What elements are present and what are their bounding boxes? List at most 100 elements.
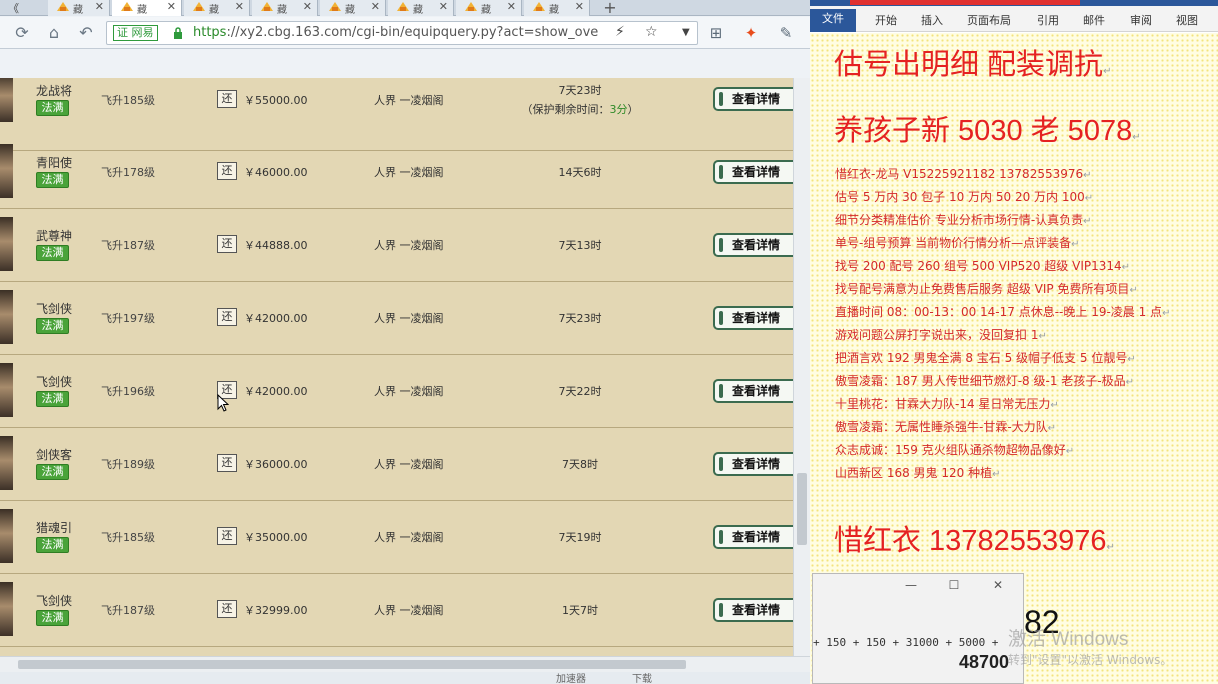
character-name[interactable]: 飞剑侠 (32, 373, 76, 390)
close-button[interactable]: ✕ (988, 578, 1008, 594)
browser-tab-active[interactable]: 藏 ✕ (112, 0, 182, 16)
tab-home[interactable]: 开始 (875, 12, 897, 28)
maximize-button[interactable]: ☐ (944, 578, 964, 594)
time-left-text: 7天23时 (558, 312, 602, 325)
view-details-button[interactable]: 查看详情 (713, 452, 793, 476)
haggle-button[interactable]: 还 (217, 90, 237, 108)
close-icon[interactable]: ✕ (575, 0, 584, 13)
paragraph-mark-icon: ↵ (1071, 239, 1080, 250)
browser-tab[interactable]: 藏 ✕ (524, 0, 590, 16)
browser-tab[interactable]: 藏 ✕ (456, 0, 522, 16)
tab-scroll-back-button[interactable]: 《 (0, 0, 48, 16)
scroll-thumb[interactable] (797, 473, 807, 545)
paragraph-mark-icon: ↵ (1083, 170, 1092, 181)
grid-icon[interactable]: ⊞ (706, 23, 726, 43)
tab-strip: 《 藏 ✕ 藏 ✕ 藏 ✕ 藏 ✕ 藏 ✕ 藏 ✕ 藏 ✕ 藏 ✕ + (0, 0, 810, 17)
doc-line: 把酒言欢 192 男鬼全满 8 宝石 5 级帽子低支 5 位靓号↵ (835, 349, 1136, 366)
paragraph-mark-icon: ↵ (1047, 423, 1057, 434)
tab-mailings[interactable]: 邮件 (1083, 12, 1105, 28)
star-icon[interactable]: ☆ (645, 24, 658, 40)
tab-view[interactable]: 视图 (1176, 12, 1198, 28)
tab-references[interactable]: 引用 (1037, 12, 1059, 28)
dropdown-arrow-icon[interactable]: ▼ (682, 27, 690, 38)
undo-icon[interactable]: ↶ (76, 23, 96, 43)
character-avatar[interactable] (0, 509, 13, 563)
vertical-scrollbar[interactable] (793, 78, 810, 656)
close-icon[interactable]: ✕ (167, 0, 176, 13)
browser-tab[interactable]: 藏 ✕ (388, 0, 454, 16)
address-bar: ⟳ ⌂ ↶ 证 网易 https://xy2.cbg.163.com/cgi-b… (0, 17, 810, 49)
status-accelerator[interactable]: 加速器 (556, 670, 586, 684)
haggle-button[interactable]: 还 (217, 235, 237, 253)
character-avatar[interactable] (0, 144, 13, 198)
character-name[interactable]: 剑侠客 (32, 446, 76, 463)
view-details-button[interactable]: 查看详情 (713, 598, 793, 622)
game-icon[interactable]: ✦ (741, 23, 761, 43)
tab-insert[interactable]: 插入 (921, 12, 943, 28)
paragraph-mark-icon: ↵ (1106, 542, 1115, 553)
view-details-button[interactable]: 查看详情 (713, 525, 793, 549)
favicon-icon (329, 2, 341, 11)
character-avatar[interactable] (0, 363, 13, 417)
close-icon[interactable]: ✕ (95, 0, 104, 13)
close-icon[interactable]: ✕ (507, 0, 516, 13)
listing-table: 龙战将 法满 飞升185级 还 ￥55000.00 人界 一凌烟阁 7天23时 … (0, 78, 793, 656)
scroll-thumb[interactable] (18, 660, 686, 669)
close-icon[interactable]: ✕ (235, 0, 244, 13)
lightning-icon[interactable]: ⚡ (615, 24, 625, 40)
character-name[interactable]: 武尊神 (32, 227, 76, 244)
haggle-button[interactable]: 还 (217, 162, 237, 180)
refresh-icon[interactable]: ⟳ (12, 23, 32, 43)
view-details-button[interactable]: 查看详情 (713, 306, 793, 330)
view-details-button[interactable]: 查看详情 (713, 233, 793, 257)
tab-file[interactable]: 文件 (810, 9, 856, 32)
view-details-button[interactable]: 查看详情 (713, 160, 793, 184)
server-text: 人界 一凌烟阁 (374, 312, 444, 325)
spell-full-badge: 法满 (36, 100, 69, 116)
browser-tab[interactable]: 藏 ✕ (320, 0, 386, 16)
character-name[interactable]: 飞剑侠 (32, 300, 76, 317)
tab-label: 藏 (277, 5, 287, 16)
horizontal-scrollbar[interactable] (0, 656, 810, 672)
doc-line: 找号配号满意为止免费售后服务 超级 VIP 免费所有项目↵ (835, 280, 1138, 297)
tab-page-layout[interactable]: 页面布局 (967, 12, 1011, 28)
tab-review[interactable]: 审阅 (1130, 12, 1152, 28)
character-avatar[interactable] (0, 436, 13, 490)
browser-tab[interactable]: 藏 ✕ (184, 0, 250, 16)
certificate-badge[interactable]: 证 网易 (113, 25, 158, 41)
close-icon[interactable]: ✕ (371, 0, 380, 13)
heading-text: 估号出明细 配装调抗 (834, 49, 1104, 81)
character-name[interactable]: 青阳使 (32, 154, 76, 171)
character-name[interactable]: 猎魂引 (32, 519, 76, 536)
character-name[interactable]: 龙战将 (32, 82, 76, 99)
character-avatar[interactable] (0, 582, 13, 636)
browser-tab[interactable]: 藏 ✕ (48, 0, 110, 16)
time-left-text: 1天7时 (562, 604, 598, 617)
desktop: 《 藏 ✕ 藏 ✕ 藏 ✕ 藏 ✕ 藏 ✕ 藏 ✕ 藏 ✕ 藏 ✕ + ⟳ ⌂ … (0, 0, 1218, 684)
character-avatar[interactable] (0, 290, 13, 344)
url-input[interactable]: 证 网易 https://xy2.cbg.163.com/cgi-bin/equ… (106, 21, 698, 45)
protection-suffix: ） (627, 103, 639, 116)
minimize-button[interactable]: — (901, 578, 921, 594)
close-icon[interactable]: ✕ (303, 0, 312, 13)
haggle-button[interactable]: 还 (217, 454, 237, 472)
character-avatar[interactable] (0, 78, 13, 122)
wrench-icon[interactable]: ✎ (776, 23, 796, 43)
haggle-button[interactable]: 还 (217, 600, 237, 618)
view-details-button[interactable]: 查看详情 (713, 87, 793, 111)
tab-label: 藏 (137, 5, 147, 16)
line-text: 众志成诚：159 克火组队通杀物超物品像好 (835, 443, 1066, 457)
character-name[interactable]: 飞剑侠 (32, 592, 76, 609)
character-avatar[interactable] (0, 217, 13, 271)
line-text: 细节分类精准估价 专业分析市场行情-认真负责 (835, 213, 1084, 227)
view-details-button[interactable]: 查看详情 (713, 379, 793, 403)
haggle-button[interactable]: 还 (217, 527, 237, 545)
status-download[interactable]: 下载 (632, 670, 652, 684)
time-left-text: 7天8时 (562, 458, 598, 471)
home-icon[interactable]: ⌂ (44, 23, 64, 43)
browser-tab[interactable]: 藏 ✕ (252, 0, 318, 16)
close-icon[interactable]: ✕ (439, 0, 448, 13)
haggle-button[interactable]: 还 (217, 308, 237, 326)
new-tab-button[interactable]: + (596, 0, 624, 17)
tab-label: 藏 (549, 5, 559, 16)
